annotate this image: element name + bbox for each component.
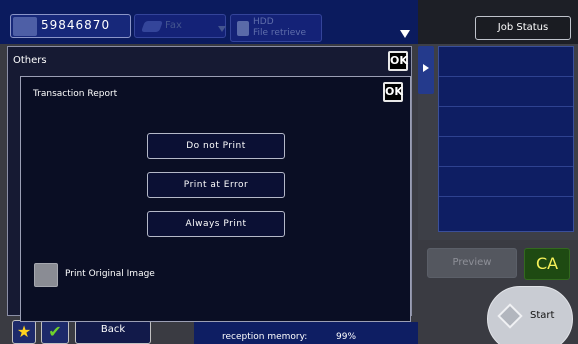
destination-field[interactable]: 59846870 [10, 14, 131, 38]
fax-destination-icon [13, 17, 37, 36]
start-diamond-icon [497, 303, 523, 329]
do-not-print-button[interactable]: Do not Print [147, 133, 285, 159]
start-button[interactable]: Start [487, 286, 573, 344]
side-list-row [439, 137, 573, 167]
side-preview-screen [438, 46, 574, 232]
fax-label: Fax [165, 20, 182, 31]
memory-status-bar: reception memory: 99% [194, 322, 418, 344]
expand-arrow-icon [423, 64, 429, 72]
print-original-image-checkbox[interactable] [34, 263, 58, 287]
transaction-report-dialog: Transaction Report OK Do not Print Print… [20, 76, 411, 322]
hdd-file-retrieve-button[interactable]: HDD File retrieve [230, 14, 322, 42]
fax-icon [140, 21, 164, 32]
check-icon: ✔ [48, 322, 62, 341]
side-list-row [439, 107, 573, 137]
preview-button[interactable]: Preview [427, 248, 517, 278]
dropdown-arrow-icon[interactable] [400, 30, 410, 38]
transaction-report-title: Transaction Report [33, 89, 118, 99]
hdd-icon [237, 21, 249, 36]
favorite-star-button[interactable]: ★ [12, 320, 36, 344]
side-list-row [439, 47, 573, 77]
fax-mode-button[interactable]: Fax [134, 14, 226, 38]
destination-number: 59846870 [41, 18, 111, 32]
top-bar: 59846870 Fax HDD File retrieve [0, 0, 418, 44]
others-dialog-title: Others [13, 55, 47, 66]
side-list-row [439, 77, 573, 107]
job-status-button[interactable]: Job Status [475, 16, 571, 40]
check-button[interactable]: ✔ [41, 320, 69, 344]
others-ok-button[interactable]: OK [388, 51, 408, 71]
side-list-row [439, 167, 573, 197]
print-original-image-label: Print Original Image [65, 269, 155, 279]
start-label: Start [530, 310, 555, 321]
file-retrieve-label: File retrieve [253, 28, 307, 38]
clear-all-button[interactable]: CA [524, 248, 570, 280]
favorite-star-icon: ★ [16, 322, 32, 341]
memory-label: reception memory: [222, 332, 308, 342]
always-print-button[interactable]: Always Print [147, 211, 285, 237]
back-button[interactable]: Back [75, 320, 151, 344]
memory-value: 99% [336, 332, 357, 342]
print-at-error-button[interactable]: Print at Error [147, 172, 285, 198]
chevron-down-icon [218, 26, 226, 32]
side-panel-tab[interactable] [418, 46, 434, 94]
transaction-report-ok-button[interactable]: OK [383, 82, 403, 102]
